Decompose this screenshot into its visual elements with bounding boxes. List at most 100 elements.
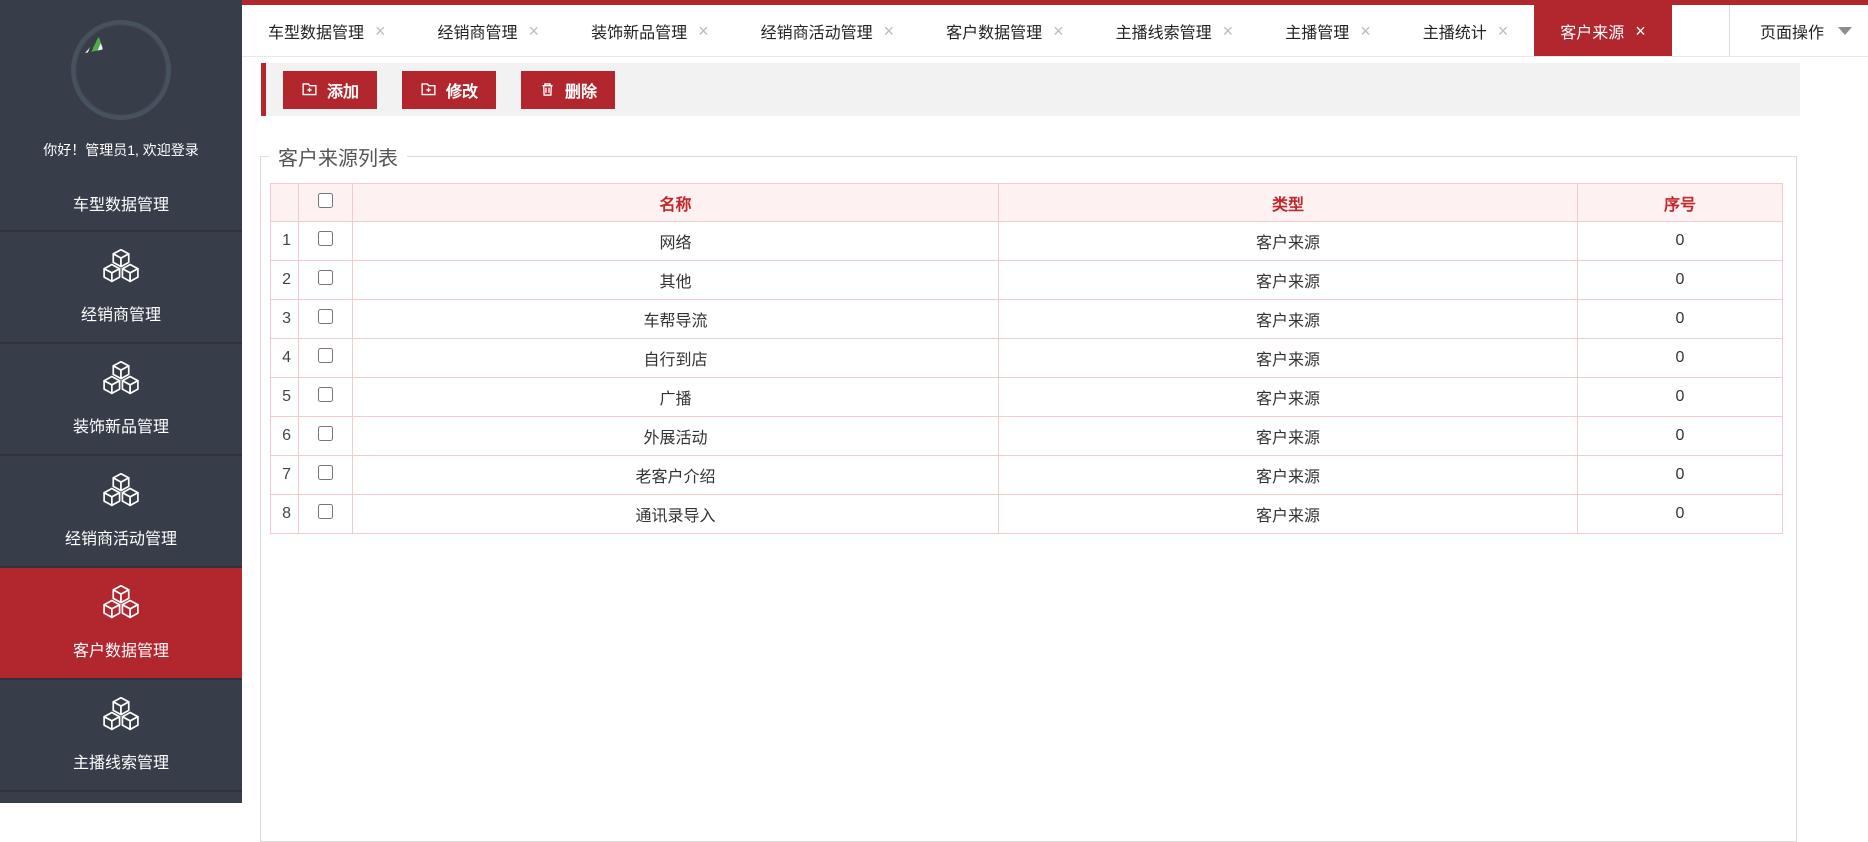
tab[interactable]: 主播线索管理 × xyxy=(1090,5,1260,56)
header-type[interactable]: 类型 xyxy=(999,184,1578,222)
chevron-down-icon xyxy=(1838,27,1852,35)
sidebar: 你好！管理员1, 欢迎登录 车型数据管理 经销商管理 xyxy=(0,0,242,803)
row-checkbox[interactable] xyxy=(318,387,333,402)
close-icon[interactable]: × xyxy=(1360,22,1371,40)
row-name: 通讯录导入 xyxy=(353,495,999,534)
row-checkbox-cell xyxy=(299,417,353,456)
welcome-text: 你好！管理员1, 欢迎登录 xyxy=(0,140,242,160)
row-checkbox[interactable] xyxy=(318,270,333,285)
avatar-circle xyxy=(71,20,171,120)
tab[interactable]: 车型数据管理 × xyxy=(242,5,412,56)
tab[interactable]: 客户来源 × xyxy=(1534,5,1672,56)
select-all-checkbox[interactable] xyxy=(318,193,333,208)
sidebar-item-active[interactable]: 客户数据管理 xyxy=(0,568,242,680)
close-icon[interactable]: × xyxy=(698,22,709,40)
row-index: 6 xyxy=(271,417,299,456)
toolbar-button[interactable]: 添加 xyxy=(283,71,377,109)
header-name[interactable]: 名称 xyxy=(353,184,999,222)
sidebar-item-link[interactable]: 主播线索管理 xyxy=(0,680,242,792)
tab-label: 客户来源 xyxy=(1560,19,1624,43)
toolbar-button[interactable]: 修改 xyxy=(402,71,496,109)
close-icon[interactable]: × xyxy=(529,22,540,40)
avatar xyxy=(0,0,242,120)
panel-legend: 客户来源列表 xyxy=(269,142,407,171)
row-index: 8 xyxy=(271,495,299,534)
table-row[interactable]: 1 网络 客户来源 0 xyxy=(271,222,1783,261)
row-type: 客户来源 xyxy=(999,261,1578,300)
table-row[interactable]: 4 自行到店 客户来源 0 xyxy=(271,339,1783,378)
sidebar-item-label: 装饰新品管理 xyxy=(73,413,169,437)
tab[interactable]: 经销商管理 × xyxy=(412,5,566,56)
tab[interactable]: 主播统计 × xyxy=(1397,5,1535,56)
row-order: 0 xyxy=(1578,300,1783,339)
close-icon[interactable]: × xyxy=(884,22,895,40)
page-actions-dropdown[interactable]: 页面操作 xyxy=(1729,5,1868,56)
row-index: 5 xyxy=(271,378,299,417)
toolbar: 添加 修改 删除 xyxy=(261,63,1800,116)
sidebar-item-link[interactable]: 装饰新品管理 xyxy=(0,344,242,456)
row-order: 0 xyxy=(1578,456,1783,495)
row-name: 外展活动 xyxy=(353,417,999,456)
row-checkbox-cell xyxy=(299,378,353,417)
row-order: 0 xyxy=(1578,495,1783,534)
header-checkbox-cell xyxy=(299,184,353,222)
tab-label: 装饰新品管理 xyxy=(591,19,687,43)
row-checkbox[interactable] xyxy=(318,465,333,480)
sidebar-item-label: 车型数据管理 xyxy=(73,191,169,215)
tab[interactable]: 主播管理 × xyxy=(1259,5,1397,56)
sidebar-item-link[interactable]: 车型数据管理 xyxy=(0,176,242,232)
row-order: 0 xyxy=(1578,261,1783,300)
close-icon[interactable]: × xyxy=(1223,22,1234,40)
row-type: 客户来源 xyxy=(999,378,1578,417)
customer-source-table: 名称 类型 序号 1 网络 客户来源 0 2 其他 客户来源 0 3 车帮导流 … xyxy=(270,183,1783,534)
row-checkbox-cell xyxy=(299,261,353,300)
row-name: 广播 xyxy=(353,378,999,417)
row-checkbox[interactable] xyxy=(318,504,333,519)
table-row[interactable]: 6 外展活动 客户来源 0 xyxy=(271,417,1783,456)
table-row[interactable]: 8 通讯录导入 客户来源 0 xyxy=(271,495,1783,534)
toolbar-button[interactable]: 删除 xyxy=(521,71,615,109)
row-type: 客户来源 xyxy=(999,417,1578,456)
cubes-icon xyxy=(99,249,143,287)
row-checkbox[interactable] xyxy=(318,426,333,441)
close-icon[interactable]: × xyxy=(375,22,386,40)
cubes-icon xyxy=(99,361,143,399)
toolbar-button-label: 修改 xyxy=(446,78,478,102)
close-icon[interactable]: × xyxy=(1498,22,1509,40)
table-row[interactable]: 7 老客户介绍 客户来源 0 xyxy=(271,456,1783,495)
tab[interactable]: 客户数据管理 × xyxy=(920,5,1090,56)
tab-label: 经销商活动管理 xyxy=(761,19,873,43)
row-checkbox[interactable] xyxy=(318,348,333,363)
table-row[interactable]: 5 广播 客户来源 0 xyxy=(271,378,1783,417)
row-name: 其他 xyxy=(353,261,999,300)
row-name: 老客户介绍 xyxy=(353,456,999,495)
tab-label: 主播线索管理 xyxy=(1116,19,1212,43)
tabs: 车型数据管理 × 经销商管理 × 装饰新品管理 × 经销商活动管理 × 客户数据… xyxy=(242,5,1672,56)
row-checkbox[interactable] xyxy=(318,231,333,246)
row-checkbox[interactable] xyxy=(318,309,333,324)
header-order[interactable]: 序号 xyxy=(1578,184,1783,222)
page-actions-label: 页面操作 xyxy=(1760,19,1824,43)
sidebar-item-link[interactable]: 经销商活动管理 xyxy=(0,456,242,568)
tab-label: 车型数据管理 xyxy=(268,19,364,43)
table-row[interactable]: 2 其他 客户来源 0 xyxy=(271,261,1783,300)
tab[interactable]: 装饰新品管理 × xyxy=(565,5,735,56)
tab-label: 主播管理 xyxy=(1285,19,1349,43)
sidebar-item-link[interactable]: 经销商管理 xyxy=(0,232,242,344)
cubes-icon xyxy=(99,585,143,623)
tab[interactable]: 经销商活动管理 × xyxy=(735,5,921,56)
tab-label: 客户数据管理 xyxy=(946,19,1042,43)
sidebar-menu: 车型数据管理 经销商管理 装饰新品管理 xyxy=(0,176,242,792)
row-checkbox-cell xyxy=(299,300,353,339)
row-index: 4 xyxy=(271,339,299,378)
close-icon[interactable]: × xyxy=(1053,22,1064,40)
row-order: 0 xyxy=(1578,222,1783,261)
row-type: 客户来源 xyxy=(999,222,1578,261)
folder-plus-icon xyxy=(420,81,437,98)
sidebar-item-label: 经销商活动管理 xyxy=(65,525,177,549)
cubes-icon xyxy=(99,697,143,735)
header-index-cell xyxy=(271,184,299,222)
tab-label: 主播统计 xyxy=(1423,19,1487,43)
table-row[interactable]: 3 车帮导流 客户来源 0 xyxy=(271,300,1783,339)
close-icon[interactable]: × xyxy=(1635,22,1646,40)
